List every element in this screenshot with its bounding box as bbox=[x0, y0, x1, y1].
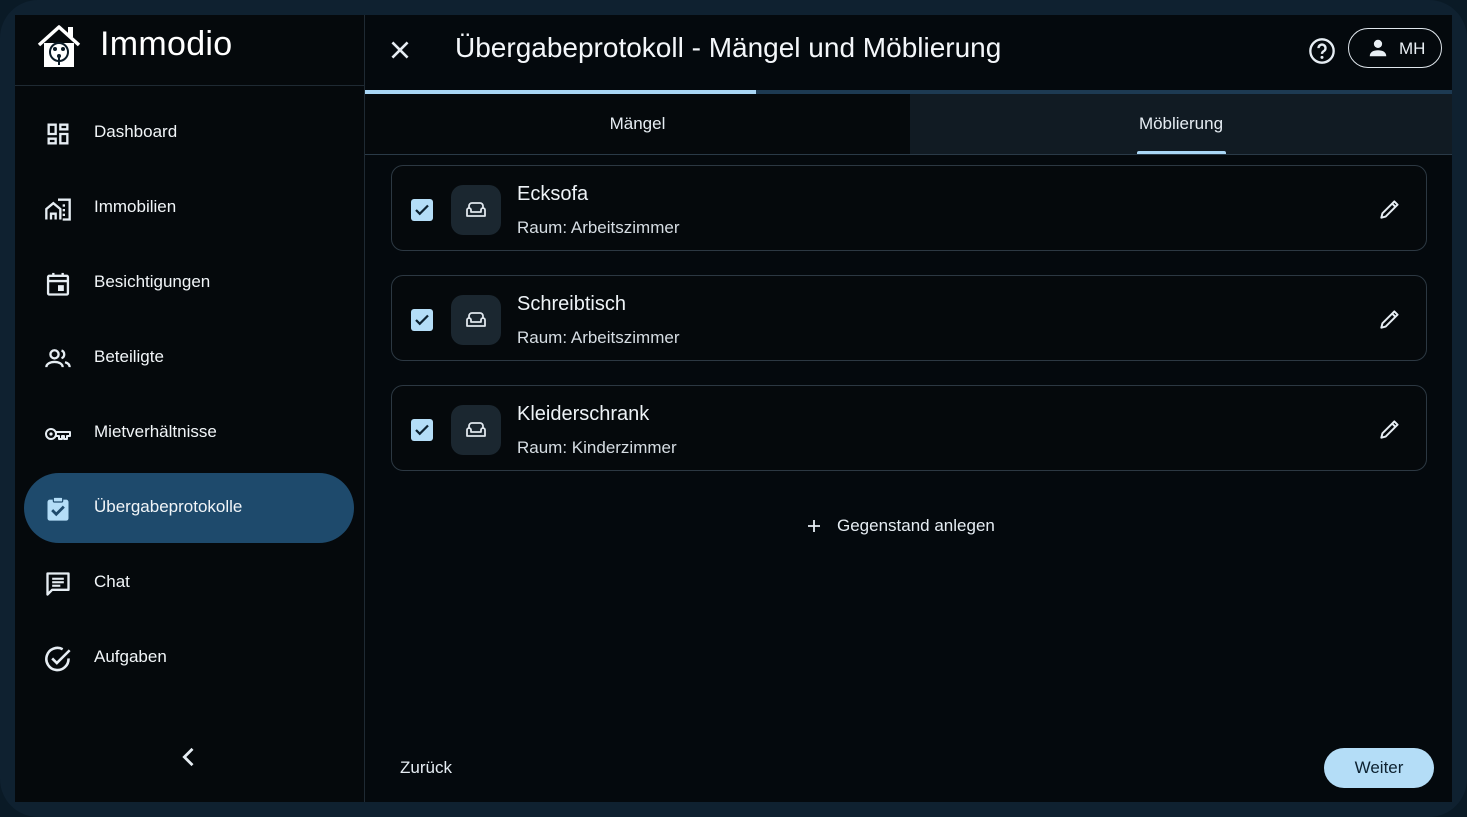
armchair-icon bbox=[466, 422, 486, 437]
next-button[interactable]: Weiter bbox=[1324, 748, 1434, 788]
sidebar-item-label: Besichtigungen bbox=[94, 272, 211, 291]
item-room: Raum: Arbeitszimmer bbox=[517, 328, 680, 347]
armchair-icon bbox=[466, 202, 486, 217]
item-checkbox[interactable] bbox=[411, 309, 433, 331]
tab-maengel[interactable]: Mängel bbox=[365, 94, 910, 154]
chevron-left-icon[interactable] bbox=[175, 743, 203, 771]
sidebar-item-label: Beteiligte bbox=[94, 347, 164, 366]
sidebar-item-label: Immobilien bbox=[94, 197, 177, 216]
checkmark-icon bbox=[415, 314, 429, 326]
item-avatar bbox=[451, 295, 501, 345]
help-icon[interactable] bbox=[1308, 37, 1336, 65]
sidebar-item-mietverhaeltnisse[interactable]: Mietverhältnisse bbox=[24, 398, 354, 468]
device-frame: Immodio Dashboard Immobilien Besichtigun… bbox=[0, 0, 1467, 817]
item-checkbox[interactable] bbox=[411, 199, 433, 221]
sidebar-item-label: Dashboard bbox=[94, 122, 178, 141]
sidebar-item-dashboard[interactable]: Dashboard bbox=[24, 98, 354, 168]
add-item-button[interactable]: Gegenstand anlegen bbox=[805, 511, 995, 541]
dashboard-icon bbox=[47, 123, 69, 145]
page-title: Übergabeprotokoll - Mängel und Möblierun… bbox=[455, 32, 1002, 63]
item-name: Ecksofa bbox=[517, 183, 589, 205]
back-button[interactable]: Zurück bbox=[400, 758, 452, 778]
item-checkbox[interactable] bbox=[411, 419, 433, 441]
sidebar-item-immobilien[interactable]: Immobilien bbox=[24, 173, 354, 243]
top-bar: Übergabeprotokoll - Mängel und Möblierun… bbox=[365, 15, 1452, 90]
chat-icon bbox=[46, 572, 70, 596]
pencil-icon[interactable] bbox=[1377, 416, 1403, 442]
next-button-label: Weiter bbox=[1354, 758, 1404, 777]
sidebar-item-beteiligte[interactable]: Beteiligte bbox=[24, 323, 354, 393]
task-check-icon bbox=[45, 646, 71, 672]
sidebar-item-label: Aufgaben bbox=[94, 647, 167, 666]
item-room: Raum: Kinderzimmer bbox=[517, 438, 677, 457]
item-avatar bbox=[451, 185, 501, 235]
list-item: Kleiderschrank Raum: Kinderzimmer bbox=[391, 385, 1427, 471]
tab-moeblierung[interactable]: Möblierung bbox=[910, 94, 1452, 154]
tab-label: Möblierung bbox=[1138, 114, 1224, 133]
house-logo-icon bbox=[37, 25, 81, 67]
plus-icon bbox=[808, 520, 820, 532]
user-initials: MH bbox=[1399, 39, 1426, 58]
brand-header: Immodio bbox=[15, 15, 364, 86]
checkmark-icon bbox=[415, 204, 429, 216]
app-screen: Immodio Dashboard Immobilien Besichtigun… bbox=[15, 15, 1452, 802]
sidebar-item-aufgaben[interactable]: Aufgaben bbox=[24, 623, 354, 693]
item-name: Kleiderschrank bbox=[517, 403, 650, 425]
user-menu-button[interactable]: MH bbox=[1348, 28, 1442, 68]
pencil-icon[interactable] bbox=[1377, 196, 1403, 222]
item-room: Raum: Arbeitszimmer bbox=[517, 218, 680, 237]
sidebar: Immodio Dashboard Immobilien Besichtigun… bbox=[15, 15, 365, 802]
person-icon bbox=[1369, 39, 1387, 57]
sidebar-item-label: Chat bbox=[94, 572, 130, 591]
main-panel: Übergabeprotokoll - Mängel und Möblierun… bbox=[365, 15, 1452, 802]
item-avatar bbox=[451, 405, 501, 455]
sidebar-item-besichtigungen[interactable]: Besichtigungen bbox=[24, 248, 354, 318]
add-item-label: Gegenstand anlegen bbox=[837, 516, 995, 535]
active-tab-indicator bbox=[1137, 151, 1226, 154]
list-item: Ecksofa Raum: Arbeitszimmer bbox=[391, 165, 1427, 251]
sidebar-item-uebergabeprotokolle[interactable]: Übergabeprotokolle bbox=[24, 473, 354, 543]
app-name: Immodio bbox=[100, 25, 233, 63]
tab-label: Mängel bbox=[609, 114, 666, 133]
sidebar-item-chat[interactable]: Chat bbox=[24, 548, 354, 618]
sidebar-item-label: Mietverhältnisse bbox=[94, 422, 217, 441]
item-name: Schreibtisch bbox=[517, 293, 626, 315]
checkmark-icon bbox=[415, 424, 429, 436]
calendar-icon bbox=[46, 272, 70, 296]
close-icon[interactable] bbox=[387, 37, 413, 63]
tab-bar: Mängel Möblierung bbox=[365, 94, 1452, 155]
buildings-icon bbox=[45, 198, 71, 221]
pencil-icon[interactable] bbox=[1377, 306, 1403, 332]
sidebar-item-label: Übergabeprotokolle bbox=[94, 497, 243, 516]
clipboard-check-icon bbox=[47, 496, 69, 521]
people-icon bbox=[45, 349, 71, 368]
list-item: Schreibtisch Raum: Arbeitszimmer bbox=[391, 275, 1427, 361]
key-icon bbox=[45, 428, 71, 440]
armchair-icon bbox=[466, 312, 486, 327]
